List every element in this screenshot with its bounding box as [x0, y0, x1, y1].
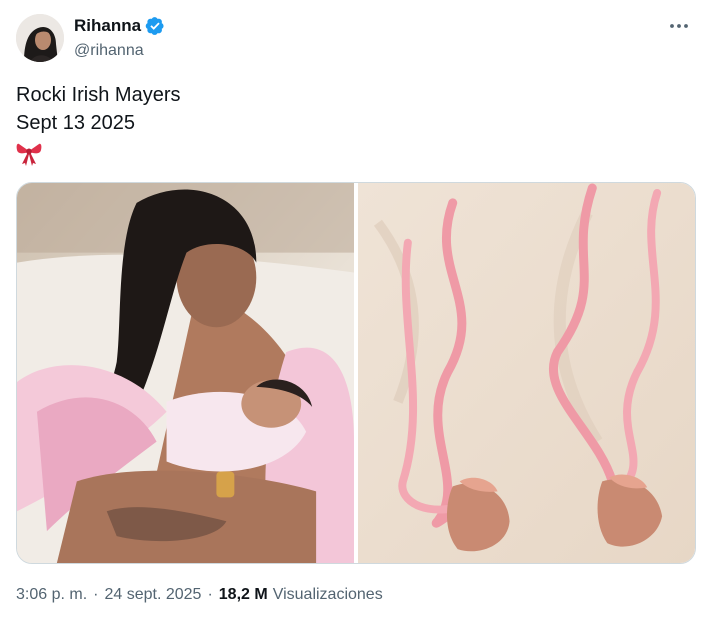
mother-holding-newborn-photo-icon [17, 183, 354, 563]
meta-separator-2: · [207, 586, 213, 603]
verified-badge-icon[interactable] [145, 16, 165, 36]
photo-left[interactable] [17, 183, 354, 563]
avatar-photo-icon [16, 14, 64, 62]
photo-right[interactable] [358, 183, 695, 563]
views-label[interactable]: Visualizaciones [273, 586, 383, 604]
tweet-text-line-1: Rocki Irish Mayers [16, 84, 181, 106]
tweet-time[interactable]: 3:06 p. m. [16, 586, 87, 604]
author-name-row: Rihanna [74, 16, 165, 36]
media-grid [16, 182, 696, 564]
author-display-name[interactable]: Rihanna [74, 16, 141, 36]
tweet-text-line-2: Sept 13 2025 [16, 112, 135, 134]
meta-separator-1: · [93, 586, 99, 603]
tweet-meta: 3:06 p. m. · 24 sept. 2025 · 18,2 M Visu… [16, 586, 383, 604]
pink-ribbons-baby-shoes-photo-icon [358, 183, 695, 563]
views-count: 18,2 M [218, 586, 268, 603]
ribbon-emoji-icon [16, 140, 42, 166]
tweet-card: Rihanna @rihanna Rocki Irish Mayers Sept… [0, 0, 705, 620]
author-avatar[interactable] [16, 14, 64, 62]
author-handle[interactable]: @rihanna [74, 42, 144, 60]
tweet-date[interactable]: 24 sept. 2025 [104, 586, 201, 604]
more-options-icon[interactable] [667, 14, 691, 38]
